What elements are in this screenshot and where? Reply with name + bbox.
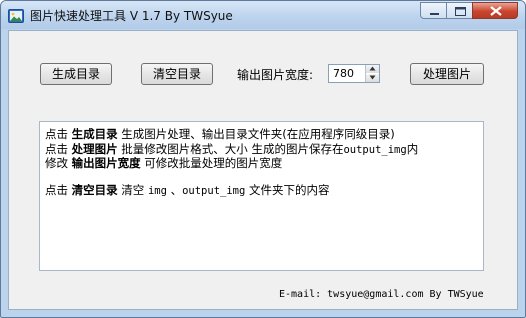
help-text-area[interactable]: 点击 生成目录 生成图片处理、输出目录文件夹(在应用程序同级目录) 点击 处理图… (39, 121, 484, 271)
help-prefix: 修改 (45, 156, 72, 170)
help-desc: 文件夹下的内容 (245, 183, 330, 197)
help-prefix: 点击 (45, 127, 72, 141)
title-bar[interactable]: 图片快速处理工具 V 1.7 By TWSyue (1, 1, 525, 29)
main-panel: 生成目录 清空目录 输出图片宽度: 780 处理图片 点击 生成目录 生成图片处… (8, 30, 518, 310)
help-line-clear: 点击 清空目录 清空 img 、output_img 文件夹下的内容 (45, 182, 329, 198)
spinner-up-arrow-icon[interactable] (366, 65, 379, 73)
footer-contact: E-mail: twsyue@gmail.com By TWSyue (279, 289, 484, 300)
help-suffix: 内 (406, 142, 419, 156)
help-desc: 可修改批量处理的图片宽度 (140, 156, 283, 170)
maximize-button[interactable] (446, 2, 473, 19)
process-images-button[interactable]: 处理图片 (410, 63, 484, 85)
help-keyword: 清空目录 (71, 183, 118, 197)
help-keyword: 生成目录 (71, 127, 118, 141)
spinner-down-arrow-icon[interactable] (366, 74, 379, 82)
help-prefix: 点击 (45, 183, 72, 197)
help-separator: 、 (166, 183, 183, 197)
picture-icon (8, 8, 24, 23)
output-width-value[interactable]: 780 (333, 67, 354, 80)
help-line-generate: 点击 生成目录 生成图片处理、输出目录文件夹(在应用程序同级目录) (45, 126, 395, 142)
output-width-spinner[interactable]: 780 (328, 64, 380, 83)
help-desc: 批量修改图片格式、大小 生成的图片保存在 (117, 142, 344, 156)
help-desc: 清空 (117, 183, 148, 197)
generate-directory-button[interactable]: 生成目录 (40, 63, 112, 85)
output-width-label: 输出图片宽度: (237, 68, 314, 82)
help-desc: 生成图片处理、输出目录文件夹(在应用程序同级目录) (117, 127, 395, 141)
help-folder-name: output_img (343, 144, 407, 156)
app-window: 图片快速处理工具 V 1.7 By TWSyue 生成目录 清空目录 输出图片宽… (0, 0, 526, 318)
help-folder-name: img (147, 185, 167, 197)
spinner-arrows (365, 65, 379, 82)
help-folder-name: output_img (182, 185, 246, 197)
help-line-width: 修改 输出图片宽度 可修改批量处理的图片宽度 (45, 155, 282, 171)
window-title: 图片快速处理工具 V 1.7 By TWSyue (30, 9, 233, 23)
help-keyword: 处理图片 (71, 142, 118, 156)
help-keyword: 输出图片宽度 (71, 156, 141, 170)
clear-directory-button[interactable]: 清空目录 (141, 63, 213, 85)
close-button[interactable] (472, 2, 518, 19)
help-prefix: 点击 (45, 142, 72, 156)
minimize-button[interactable] (420, 2, 447, 19)
